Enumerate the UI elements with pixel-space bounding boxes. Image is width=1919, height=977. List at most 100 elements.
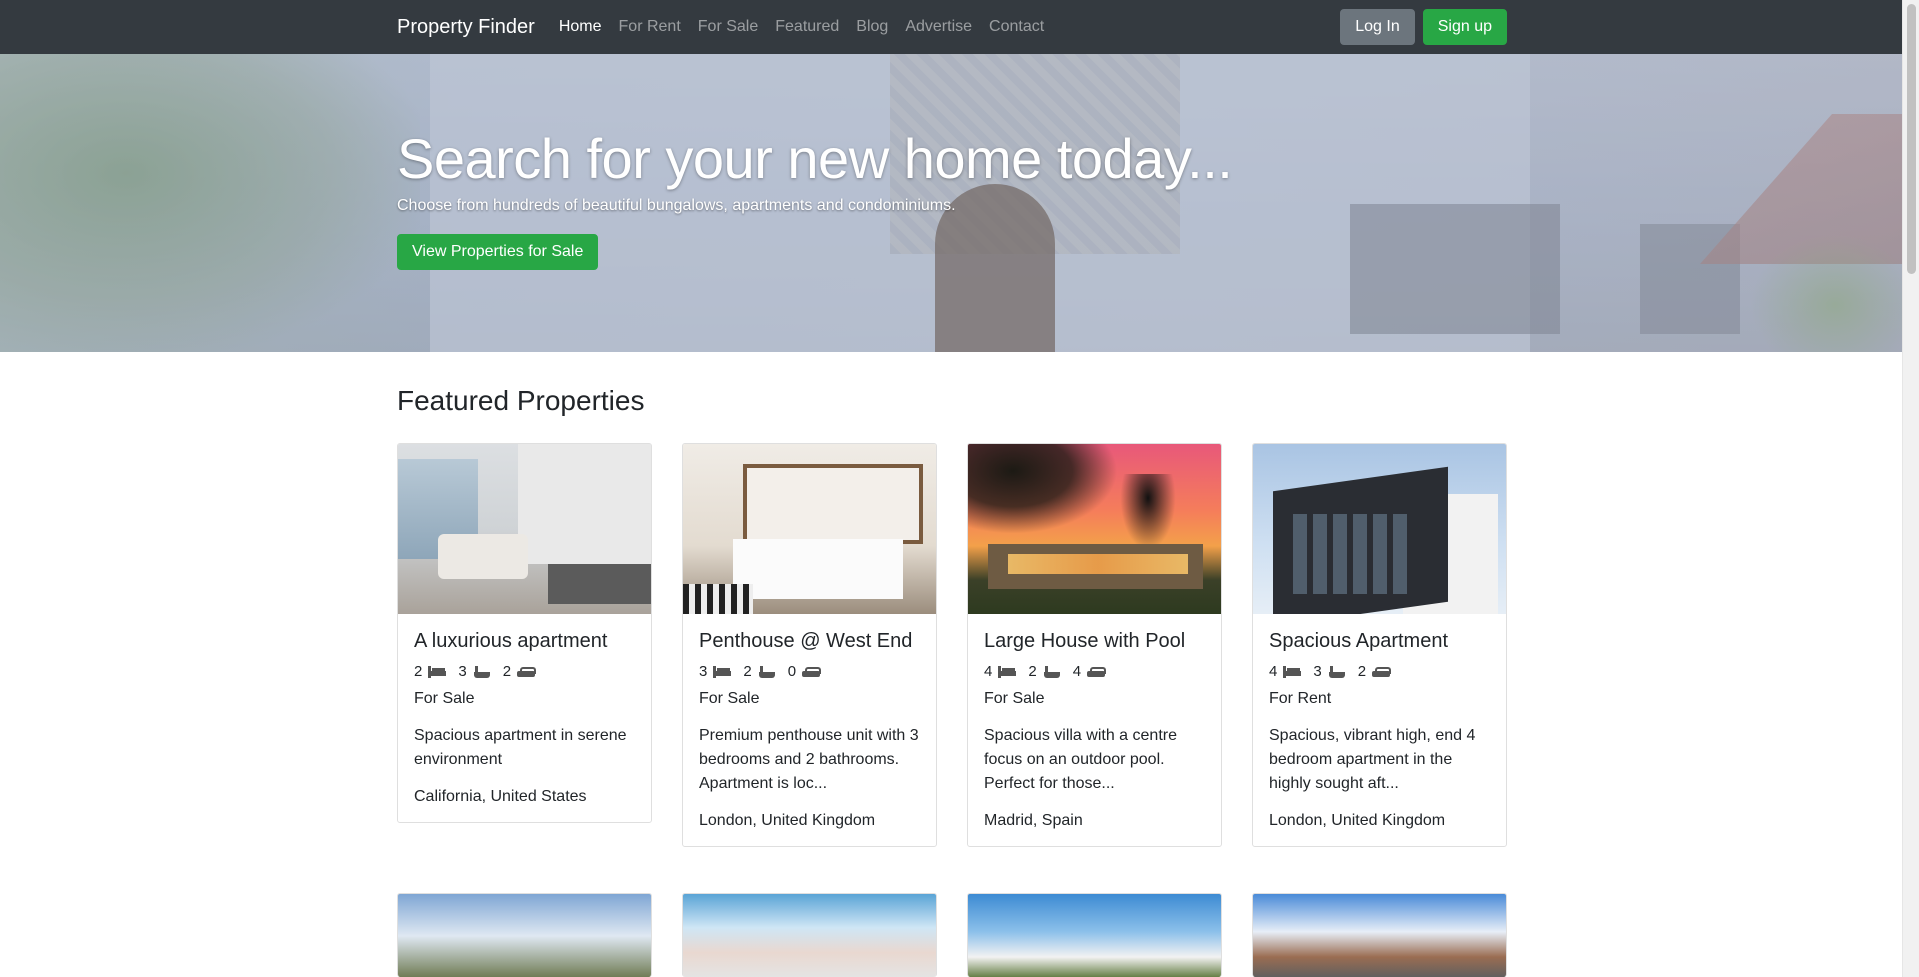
property-card[interactable] bbox=[1252, 893, 1507, 977]
property-image[interactable] bbox=[1253, 894, 1506, 977]
bathrooms: 3 bbox=[458, 663, 490, 680]
image-detail bbox=[438, 534, 528, 579]
login-button[interactable]: Log In bbox=[1340, 9, 1415, 45]
property-location: London, United Kingdom bbox=[1269, 812, 1446, 829]
property-card[interactable]: Spacious Apartment 4 3 2 For Rent Spacio… bbox=[1252, 443, 1507, 847]
car-icon bbox=[802, 666, 822, 678]
bathrooms-count: 3 bbox=[1313, 663, 1322, 680]
property-title[interactable]: A luxurious apartment bbox=[414, 630, 635, 653]
parking-count: 2 bbox=[1357, 663, 1367, 680]
bedrooms-count: 3 bbox=[699, 663, 708, 680]
image-detail bbox=[1008, 554, 1188, 574]
property-features: 2 3 2 bbox=[414, 663, 635, 680]
property-image[interactable] bbox=[398, 894, 651, 977]
nav-link-for-rent[interactable]: For Rent bbox=[619, 18, 681, 36]
bath-icon bbox=[1043, 665, 1061, 678]
property-card[interactable] bbox=[397, 893, 652, 977]
property-image[interactable] bbox=[1253, 444, 1506, 614]
property-description: Spacious apartment in serene environment bbox=[414, 727, 627, 768]
bed-icon bbox=[998, 665, 1017, 678]
parking: 2 bbox=[1357, 663, 1392, 680]
property-location: London, United Kingdom bbox=[699, 812, 876, 829]
hero-banner: Search for your new home today... Choose… bbox=[0, 54, 1902, 352]
property-description: Spacious villa with a centre focus on an… bbox=[984, 727, 1177, 792]
property-image[interactable] bbox=[683, 894, 936, 977]
card-body: Penthouse @ West End 3 2 0 For Sale Prem… bbox=[683, 614, 936, 830]
hero-content: Search for your new home today... Choose… bbox=[397, 54, 1507, 352]
bedrooms: 2 bbox=[414, 663, 447, 680]
property-card[interactable]: A luxurious apartment 2 3 2 For Sale Spa… bbox=[397, 443, 652, 823]
brand-logo[interactable]: Property Finder bbox=[397, 16, 535, 39]
bathrooms: 2 bbox=[1028, 663, 1060, 680]
bathrooms-count: 2 bbox=[1028, 663, 1037, 680]
property-title[interactable]: Large House with Pool bbox=[984, 630, 1205, 653]
bathrooms-count: 3 bbox=[458, 663, 467, 680]
property-description: Spacious, vibrant high, end 4 bedroom ap… bbox=[1269, 727, 1476, 792]
bath-icon bbox=[758, 665, 776, 678]
nav-link-for-sale[interactable]: For Sale bbox=[698, 18, 758, 36]
scrollbar-thumb[interactable] bbox=[1907, 4, 1916, 274]
view-properties-for-sale-button[interactable]: View Properties for Sale bbox=[397, 234, 599, 270]
page-scrollbar[interactable] bbox=[1902, 0, 1919, 977]
hero-title: Search for your new home today... bbox=[397, 127, 1233, 190]
property-title[interactable]: Spacious Apartment bbox=[1269, 630, 1490, 653]
car-icon bbox=[1372, 666, 1392, 678]
auth-buttons: Log In Sign up bbox=[1340, 9, 1507, 45]
nav-links: Home For Rent For Sale Featured Blog Adv… bbox=[559, 18, 1061, 36]
parking: 4 bbox=[1073, 663, 1107, 680]
nav-link-featured[interactable]: Featured bbox=[775, 18, 839, 36]
property-card[interactable]: Penthouse @ West End 3 2 0 For Sale Prem… bbox=[682, 443, 937, 847]
signup-button[interactable]: Sign up bbox=[1422, 9, 1507, 45]
bed-icon bbox=[713, 665, 732, 678]
car-icon bbox=[517, 666, 537, 678]
property-status: For Sale bbox=[699, 690, 760, 707]
image-detail bbox=[1293, 514, 1413, 594]
bathrooms: 3 bbox=[1313, 663, 1345, 680]
top-navbar: Property Finder Home For Rent For Sale F… bbox=[0, 0, 1902, 54]
parking: 2 bbox=[502, 663, 537, 680]
property-location: California, United States bbox=[414, 788, 587, 805]
image-detail bbox=[1118, 474, 1178, 554]
parking-count: 2 bbox=[502, 663, 512, 680]
property-card[interactable] bbox=[682, 893, 937, 977]
property-features: 3 2 0 bbox=[699, 663, 920, 680]
image-detail bbox=[518, 444, 651, 564]
card-body: Large House with Pool 4 2 4 For Sale Spa… bbox=[968, 614, 1221, 830]
bedrooms-count: 4 bbox=[1269, 663, 1278, 680]
navbar-container: Property Finder Home For Rent For Sale F… bbox=[397, 0, 1507, 54]
bedrooms: 3 bbox=[699, 663, 732, 680]
property-card[interactable]: Large House with Pool 4 2 4 For Sale Spa… bbox=[967, 443, 1222, 847]
property-image[interactable] bbox=[398, 444, 651, 614]
property-image[interactable] bbox=[968, 444, 1221, 614]
property-description: Premium penthouse unit with 3 bedrooms a… bbox=[699, 727, 919, 792]
property-card[interactable] bbox=[967, 893, 1222, 977]
property-image[interactable] bbox=[683, 444, 936, 614]
card-body: Spacious Apartment 4 3 2 For Rent Spacio… bbox=[1253, 614, 1506, 830]
nav-link-blog[interactable]: Blog bbox=[856, 18, 888, 36]
property-image[interactable] bbox=[968, 894, 1221, 977]
nav-link-advertise[interactable]: Advertise bbox=[905, 18, 972, 36]
property-status: For Rent bbox=[1269, 690, 1332, 707]
hero-subtitle: Choose from hundreds of beautiful bungal… bbox=[397, 197, 956, 214]
property-features: 4 3 2 bbox=[1269, 663, 1490, 680]
parking: 0 bbox=[788, 663, 822, 680]
nav-link-contact[interactable]: Contact bbox=[989, 18, 1044, 36]
bath-icon bbox=[1328, 665, 1346, 678]
property-location: Madrid, Spain bbox=[984, 812, 1083, 829]
bath-icon bbox=[473, 665, 491, 678]
bathrooms-count: 2 bbox=[743, 663, 752, 680]
property-features: 4 2 4 bbox=[984, 663, 1205, 680]
nav-link-home[interactable]: Home bbox=[559, 18, 602, 36]
property-title[interactable]: Penthouse @ West End bbox=[699, 630, 920, 653]
card-body: A luxurious apartment 2 3 2 For Sale Spa… bbox=[398, 614, 651, 806]
bathrooms: 2 bbox=[743, 663, 775, 680]
bed-icon bbox=[428, 665, 447, 678]
image-detail bbox=[683, 584, 753, 614]
property-status: For Sale bbox=[984, 690, 1045, 707]
bedrooms-count: 2 bbox=[414, 663, 423, 680]
bedrooms: 4 bbox=[984, 663, 1017, 680]
bedrooms: 4 bbox=[1269, 663, 1302, 680]
bed-icon bbox=[1283, 665, 1302, 678]
property-status: For Sale bbox=[414, 690, 475, 707]
image-detail bbox=[548, 564, 651, 604]
